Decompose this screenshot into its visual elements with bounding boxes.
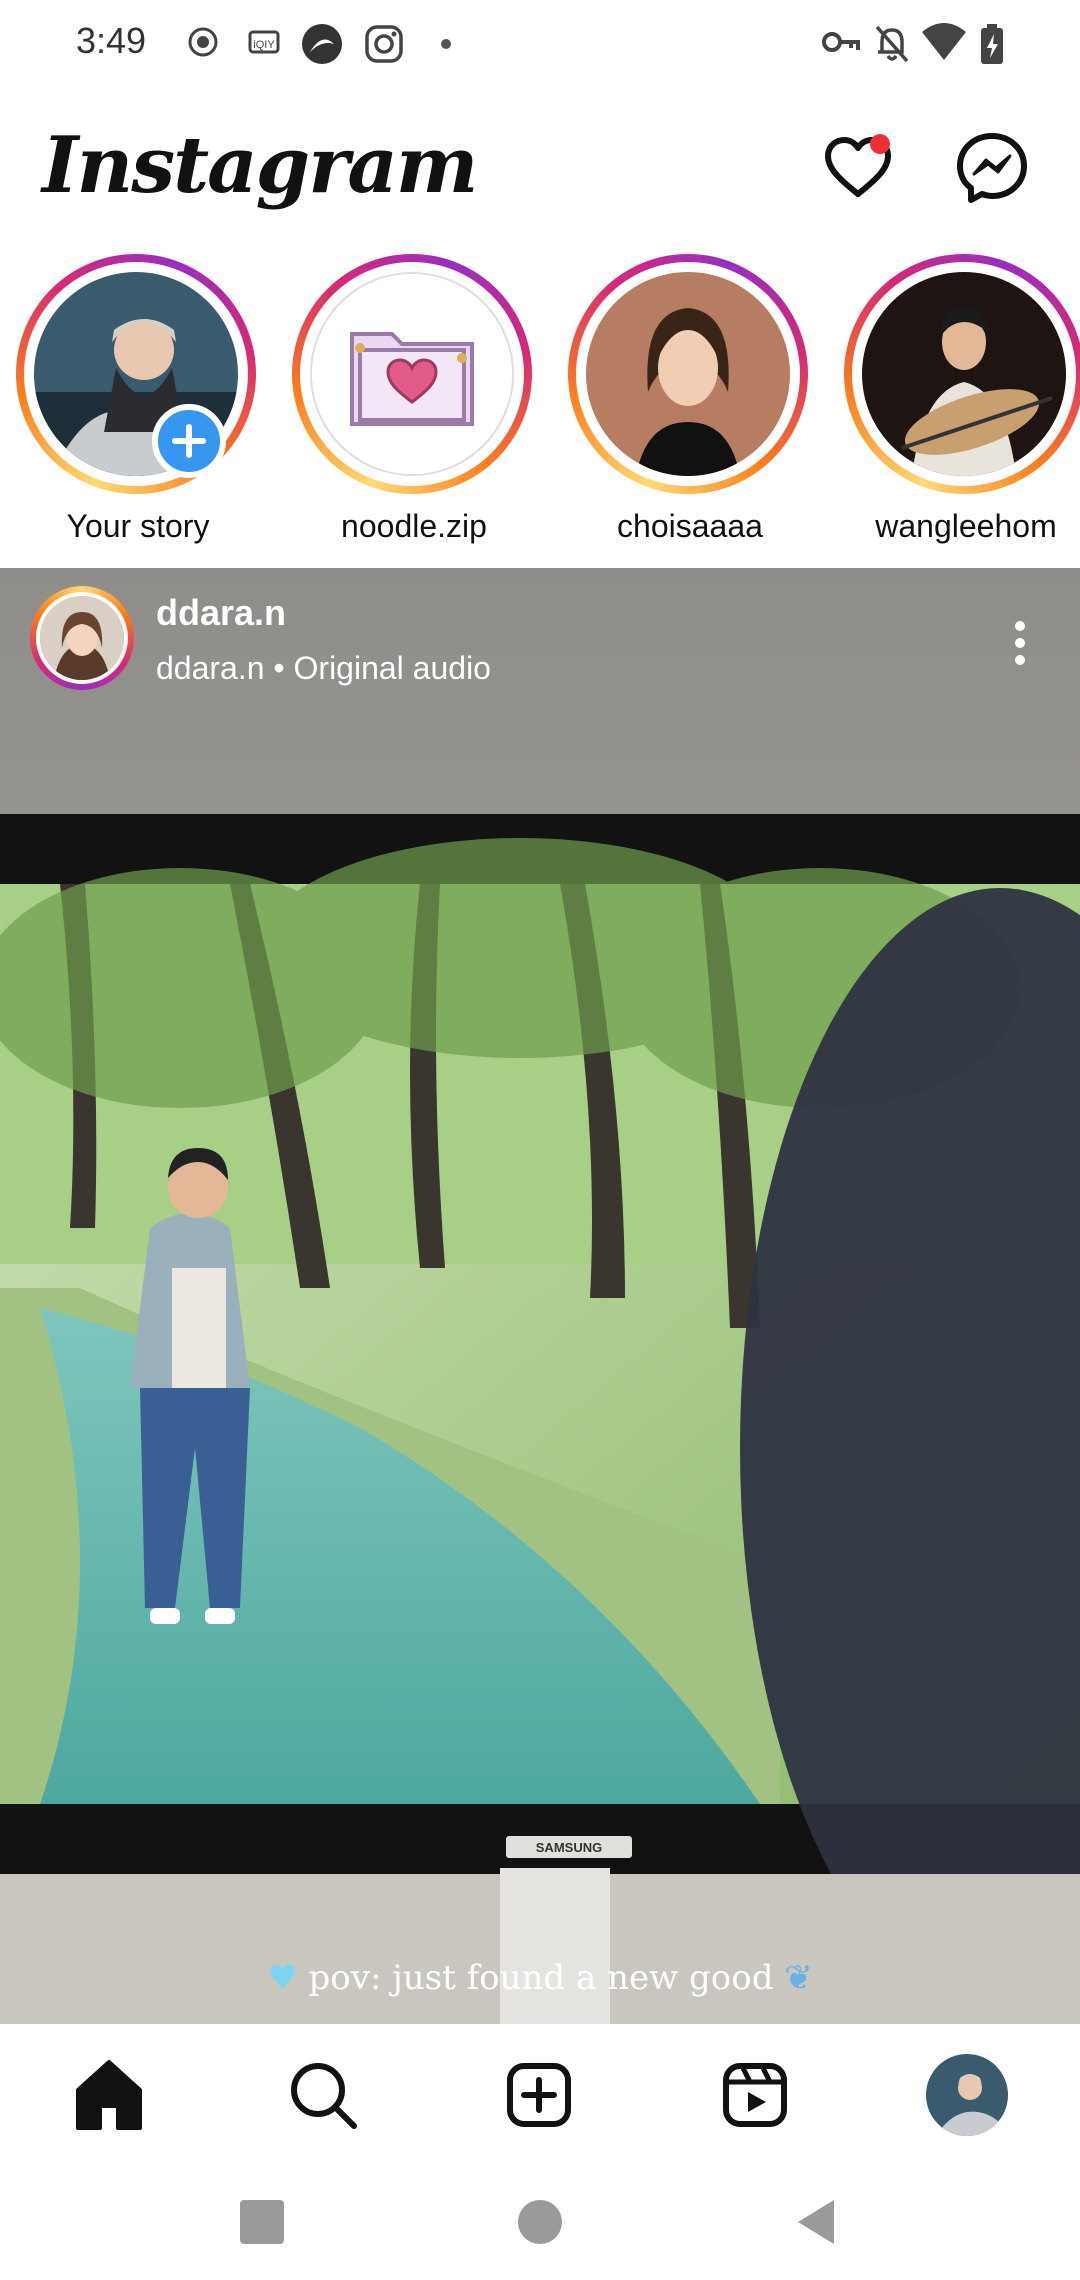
avatar: [310, 272, 514, 476]
nav-home[interactable]: [64, 2050, 154, 2140]
svg-text:iQIY: iQIY: [253, 39, 275, 51]
story-noodle-zip[interactable]: noodle.zip: [276, 254, 536, 554]
post-caption: ♥ pov: just found a new good ❦: [0, 1958, 1080, 1998]
messenger-button[interactable]: [952, 128, 1032, 208]
instagram-icon: [365, 25, 403, 63]
plus-icon: [172, 424, 206, 458]
back-icon[interactable]: [788, 2192, 848, 2252]
reels-icon: [723, 2063, 787, 2127]
nav-search[interactable]: [278, 2050, 368, 2140]
dot-icon: [441, 39, 451, 49]
story-label: choisaaaa: [617, 508, 763, 544]
app-icon: [302, 24, 342, 64]
butterfly-icon: ❦: [784, 1958, 813, 1998]
notification-dot: [870, 134, 890, 154]
more-options-icon[interactable]: [1000, 618, 1040, 668]
iqiyi-icon: iQIY: [248, 30, 280, 54]
blue-heart-icon: ♥: [267, 1958, 298, 1998]
post-username[interactable]: ddara.n: [156, 592, 286, 634]
post-header: ddara.n ddara.n • Original audio: [0, 568, 1080, 698]
story-label: wangleehom: [875, 508, 1057, 544]
battery-charging-icon: [981, 24, 1003, 64]
instagram-logo[interactable]: Instagram: [42, 120, 478, 211]
story-label: Your story: [66, 508, 210, 544]
nav-create[interactable]: [494, 2050, 584, 2140]
feed-post[interactable]: SAMSUNG ddara.n ddara.n • Original audio…: [0, 568, 1080, 2024]
add-story-button[interactable]: [152, 404, 226, 478]
story-wangleehom[interactable]: wangleehom: [828, 254, 1080, 554]
wifi-icon: [922, 23, 966, 60]
home-icon: [76, 2060, 142, 2130]
status-time: 3:49: [76, 20, 147, 61]
bottom-nav: [0, 2024, 1080, 2164]
home-circle-icon[interactable]: [510, 2192, 570, 2252]
nav-profile[interactable]: [926, 2054, 1008, 2136]
avatar: [586, 272, 790, 476]
avatar: [40, 596, 124, 680]
story-choisaaaa[interactable]: choisaaaa: [552, 254, 812, 554]
post-author-avatar[interactable]: [30, 586, 134, 690]
status-bar: 3:49 iQIY: [0, 0, 1080, 88]
profile-avatar: [926, 2054, 1008, 2136]
notifications-button[interactable]: [818, 128, 898, 208]
search-icon: [291, 2063, 357, 2129]
app-header: Instagram: [0, 100, 1080, 240]
post-video[interactable]: SAMSUNG: [0, 568, 1080, 2024]
monitor-brand: SAMSUNG: [536, 1840, 602, 1855]
bell-off-icon: [875, 25, 909, 63]
caption-text: pov: just found a new good: [308, 1958, 774, 1998]
system-nav-bar: [0, 2164, 1080, 2280]
vpn-key-icon: [822, 32, 860, 52]
recents-icon[interactable]: [232, 2192, 292, 2252]
stories-tray: Your story noodle.zip choisaaaa wangleeh…: [0, 250, 1080, 560]
avatar: [862, 272, 1066, 476]
story-your-story[interactable]: Your story: [0, 254, 260, 554]
nav-reels[interactable]: [710, 2050, 800, 2140]
post-audio[interactable]: ddara.n • Original audio: [156, 650, 491, 687]
story-label: noodle.zip: [341, 508, 487, 544]
create-icon: [507, 2063, 571, 2127]
record-icon: [188, 27, 218, 57]
messenger-icon: [957, 133, 1027, 203]
